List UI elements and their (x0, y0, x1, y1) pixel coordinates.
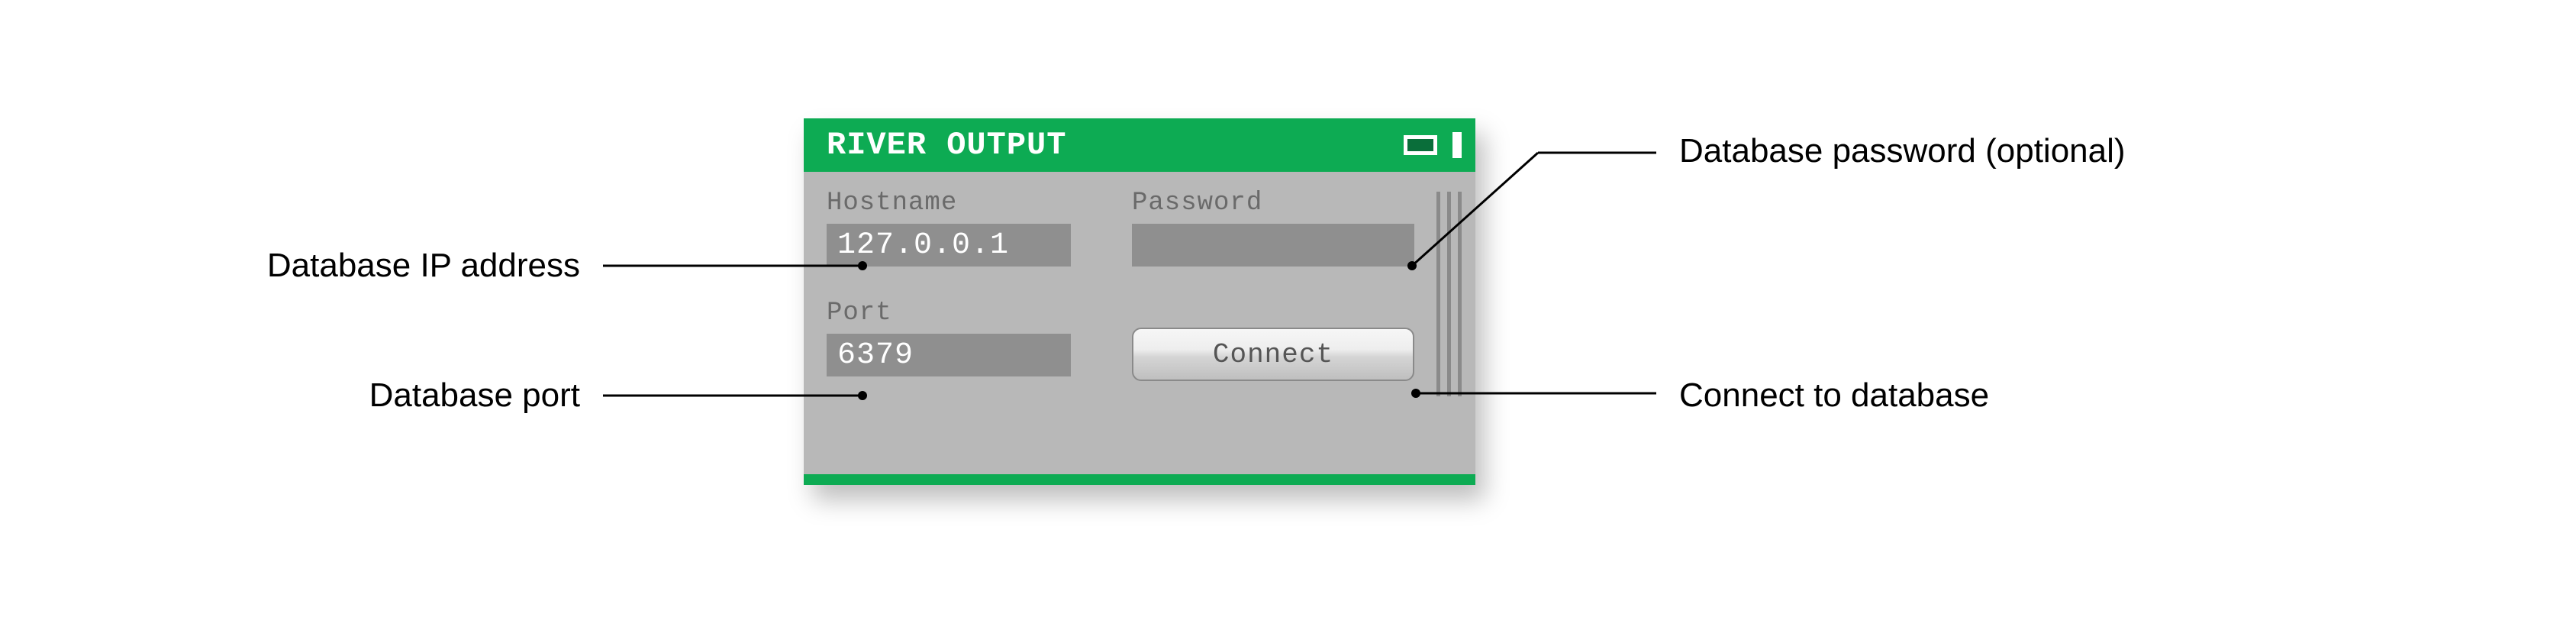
right-accent-lines (1436, 192, 1462, 396)
callout-port: Database port (229, 374, 580, 416)
port-label: Port (827, 299, 1071, 328)
window-rect-icon (1404, 135, 1437, 155)
connect-button[interactable]: Connect (1132, 328, 1414, 381)
port-value: 6379 (837, 338, 914, 373)
password-input[interactable] (1132, 224, 1414, 267)
connect-label: Connect (1213, 339, 1333, 370)
titlebar-icons (1404, 132, 1462, 158)
dialog-title: RIVER OUTPUT (827, 127, 1404, 163)
window-bar-icon (1452, 132, 1462, 158)
password-label: Password (1132, 189, 1414, 218)
port-input[interactable]: 6379 (827, 334, 1071, 376)
bottombar (804, 474, 1475, 485)
hostname-value: 127.0.0.1 (837, 228, 1009, 263)
callout-password: Database password (optional) (1679, 130, 2137, 172)
titlebar: RIVER OUTPUT (804, 118, 1475, 172)
hostname-label: Hostname (827, 189, 1071, 218)
callout-connect: Connect to database (1679, 374, 2137, 416)
river-output-dialog: RIVER OUTPUT Hostname 127.0.0.1 Port 637… (804, 118, 1475, 485)
hostname-input[interactable]: 127.0.0.1 (827, 224, 1071, 267)
callout-hostname: Database IP address (229, 244, 580, 286)
